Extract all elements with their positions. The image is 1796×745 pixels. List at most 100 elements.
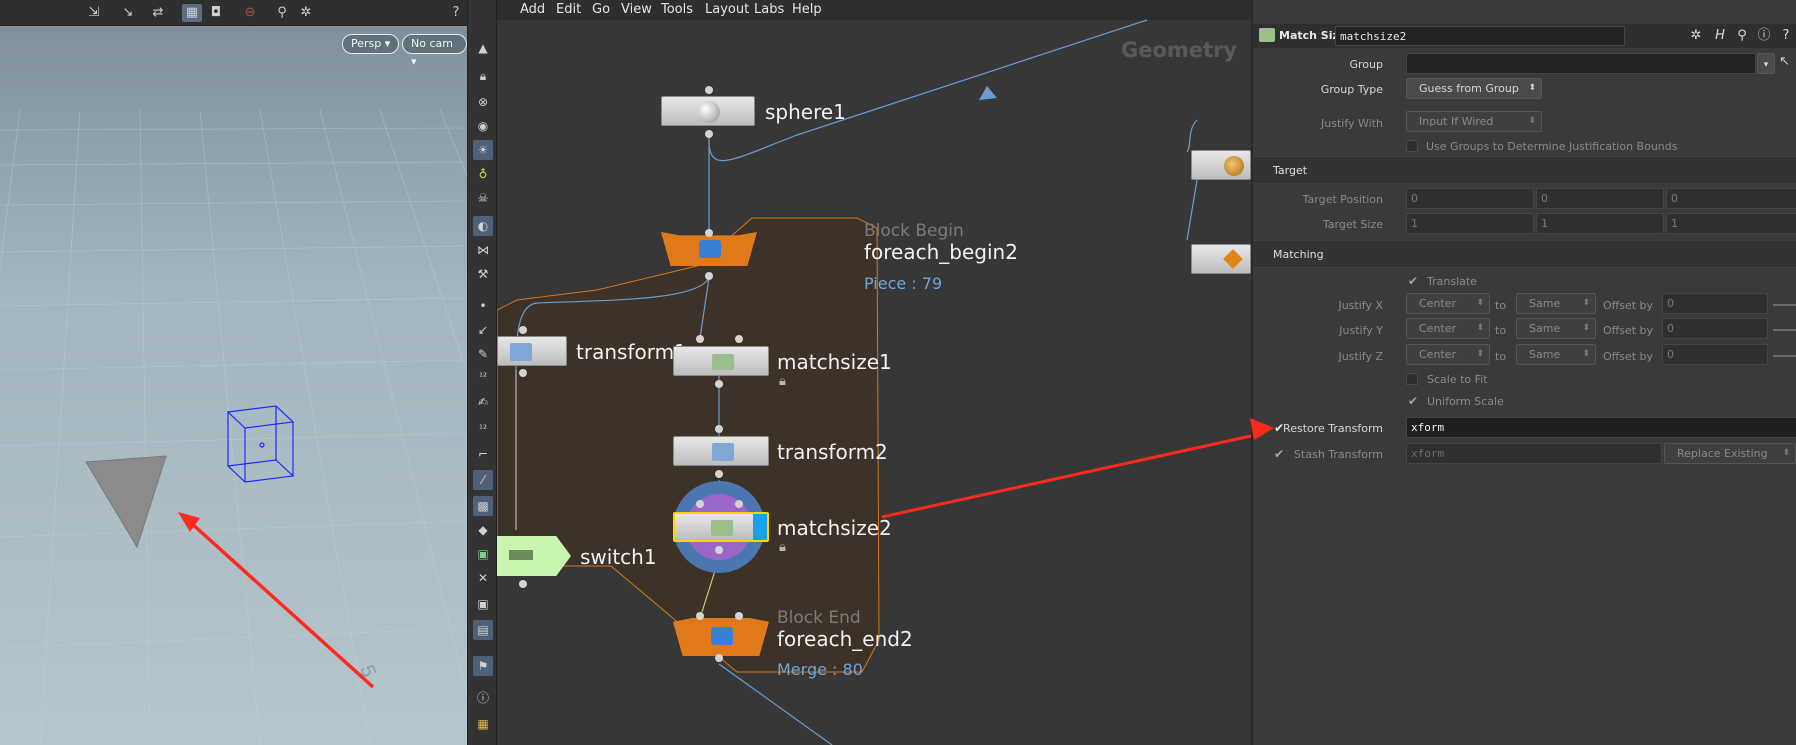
justify-x-dropdown[interactable]: Center ⬍ [1406, 293, 1490, 314]
matchsize2-lock-icon[interactable]: 🔒︎ [779, 540, 786, 555]
image-icon[interactable]: ▤ [473, 620, 493, 640]
grid-icon[interactable]: ▩ [473, 496, 493, 516]
foreach_end2-input-1[interactable] [696, 612, 704, 620]
scale-to-fit-checkbox[interactable] [1406, 373, 1418, 385]
matching-section[interactable]: Matching [1253, 242, 1796, 266]
camera-select-pill[interactable]: No cam ▾ [402, 34, 467, 68]
tool-icon[interactable]: ⚒ [473, 264, 493, 284]
palette-icon[interactable]: ▣ [473, 544, 493, 564]
node-sphere1[interactable] [661, 96, 755, 126]
transform2-input[interactable] [715, 425, 723, 433]
help-icon[interactable]: ? [446, 4, 466, 22]
eye-icon[interactable]: ◉ [473, 116, 493, 136]
camera-view-pill[interactable]: Persp ▾ [342, 34, 400, 54]
justify-z-same-dropdown[interactable]: Same ⬍ [1516, 344, 1596, 365]
move-icon[interactable]: ↘ [118, 4, 138, 22]
bulb-icon[interactable]: ♁ [473, 164, 493, 184]
transform2-output[interactable] [715, 470, 723, 478]
node-matchsize1[interactable] [673, 346, 769, 376]
node-foreach_begin2[interactable] [661, 232, 757, 266]
dot-icon[interactable]: • [473, 296, 493, 316]
target-section[interactable]: Target [1253, 158, 1796, 182]
record-icon[interactable]: ▣ [473, 594, 493, 614]
group-field[interactable] [1406, 53, 1756, 74]
justify-z-dropdown[interactable]: Center ⬍ [1406, 344, 1490, 365]
matchsize1-lock-icon[interactable]: 🔒︎ [779, 374, 786, 389]
pose-icon[interactable]: ⋈ [473, 240, 493, 260]
target-size-z[interactable]: 1 [1666, 213, 1796, 234]
group-type-dropdown[interactable]: Guess from Group ⬍ [1406, 78, 1542, 99]
network-editor[interactable]: Add Edit Go View Tools Layout Labs Help … [497, 0, 1251, 745]
scene-viewport[interactable]: 5 5 ⇲ ↘ ⇄ ▦ ◘ ⊖ ⚲ ✲ ? Persp ▾ No cam ▾ [0, 0, 467, 745]
info-icon[interactable]: ⓘ [473, 688, 493, 708]
display-icon[interactable]: ▦ [182, 4, 202, 22]
brush-icon[interactable]: ↙ [473, 320, 493, 340]
foreach_end2-output[interactable] [715, 654, 723, 662]
switch1-output[interactable] [519, 580, 527, 588]
select-transform-icon[interactable]: ⇲ [84, 4, 104, 22]
node-transform2[interactable] [673, 436, 769, 466]
foreach_begin2-input[interactable] [705, 229, 713, 237]
matchsize2-input-2[interactable] [735, 500, 743, 508]
translate-checkmark-icon[interactable]: ✔ [1408, 274, 1422, 288]
info-icon[interactable]: ⓘ [1755, 27, 1773, 45]
justify-x-same-dropdown[interactable]: Same ⬍ [1516, 293, 1596, 314]
arrow-up-icon[interactable]: ▲ [473, 38, 493, 58]
shading-icon[interactable]: ◐ [473, 216, 493, 236]
restore-transform-field[interactable]: xform [1406, 417, 1796, 438]
lock-icon[interactable]: 🔒︎ [473, 66, 493, 86]
matchsize2-output[interactable] [715, 546, 723, 554]
number-icon[interactable]: ¹² [473, 368, 493, 388]
display-flag[interactable] [753, 514, 767, 540]
gear-icon[interactable]: ✲ [1687, 27, 1705, 45]
layout-icon[interactable]: ▦ [473, 714, 493, 734]
target-position-y[interactable]: 0 [1536, 188, 1664, 209]
pin-icon[interactable]: ⚑ [473, 656, 493, 676]
stash-transform-field[interactable]: xform [1406, 443, 1662, 464]
rotate-icon[interactable]: ⇄ [148, 4, 168, 22]
target-size-x[interactable]: 1 [1406, 213, 1534, 234]
matchsize2-input-1[interactable] [696, 500, 704, 508]
foreach_end2-input-2[interactable] [735, 612, 743, 620]
settings-icon[interactable]: ✲ [296, 4, 316, 22]
justify-y-same-dropdown[interactable]: Same ⬍ [1516, 318, 1596, 339]
justify-z-offset[interactable]: 0 [1662, 344, 1768, 365]
box-object[interactable] [226, 405, 295, 483]
foreach_begin2-output[interactable] [705, 272, 713, 280]
sphere1-input[interactable] [705, 86, 713, 94]
transform1-output[interactable] [519, 369, 527, 377]
snap-icon[interactable]: ⚲ [272, 4, 292, 22]
node-transform1[interactable] [497, 336, 567, 366]
help-h-icon[interactable]: H [1711, 27, 1729, 45]
justify-x-offset[interactable]: 0 [1662, 293, 1768, 314]
target-position-x[interactable]: 0 [1406, 188, 1534, 209]
pen-icon[interactable]: ✍ [473, 392, 493, 412]
matchsize1-input-2[interactable] [735, 335, 743, 343]
node-foreach_end2[interactable] [673, 618, 769, 656]
matchsize1-input-1[interactable] [696, 335, 704, 343]
corner-icon[interactable]: ⌐ [473, 444, 493, 464]
search-icon[interactable]: ⚲ [1733, 27, 1751, 45]
number-icon-2[interactable]: ¹² [473, 420, 493, 440]
replace-existing-dropdown[interactable]: Replace Existing ⬍ [1664, 443, 1796, 464]
axis-icon[interactable]: ✕ [473, 568, 493, 588]
node-offscreen-2[interactable] [1191, 244, 1251, 274]
justify-z-slider[interactable] [1773, 355, 1796, 357]
justify-with-dropdown[interactable]: Input If Wired ⬍ [1406, 111, 1542, 132]
node-matchsize2[interactable] [673, 512, 769, 542]
target-size-y[interactable]: 1 [1536, 213, 1664, 234]
camera-icon[interactable]: ◘ [206, 4, 226, 22]
no-entry-icon[interactable]: ⊖ [240, 4, 260, 22]
edit-icon[interactable]: ✎ [473, 344, 493, 364]
justify-y-slider[interactable] [1773, 329, 1796, 331]
light-icon[interactable]: ☀ [473, 140, 493, 160]
use-groups-checkbox[interactable] [1406, 140, 1418, 152]
target-position-z[interactable]: 0 [1666, 188, 1796, 209]
help-icon[interactable]: ? [1777, 27, 1795, 45]
uniform-scale-checkmark-icon[interactable]: ✔ [1408, 394, 1422, 408]
transform1-input[interactable] [519, 326, 527, 334]
paint-icon[interactable]: ⁄ [473, 470, 493, 490]
select-arrow-icon[interactable]: ↖ [1779, 54, 1790, 69]
diamond-icon[interactable]: ◆ [473, 520, 493, 540]
node-offscreen-1[interactable] [1191, 150, 1251, 180]
